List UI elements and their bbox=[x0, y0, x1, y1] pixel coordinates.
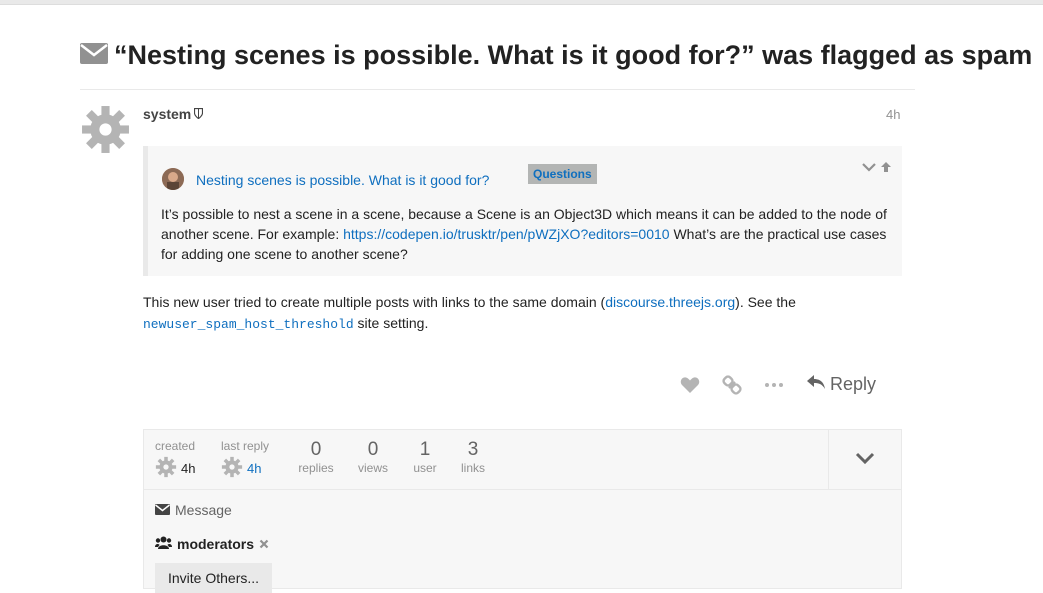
message-header: Message bbox=[155, 502, 232, 518]
link-icon[interactable] bbox=[722, 374, 742, 395]
post-actions: Reply bbox=[680, 374, 876, 395]
topic-title-row: “Nesting scenes is possible. What is it … bbox=[80, 40, 1032, 71]
views-label: views bbox=[357, 461, 388, 475]
quote-controls bbox=[862, 160, 892, 178]
last-reply-time[interactable]: 4h bbox=[247, 461, 261, 476]
users-count: 1 bbox=[419, 439, 431, 460]
created-stat: created 4h bbox=[155, 439, 195, 481]
last-reply-info: 4h bbox=[221, 456, 269, 481]
replies-count: 0 bbox=[310, 439, 322, 460]
page-title[interactable]: “Nesting scenes is possible. What is it … bbox=[114, 40, 1032, 71]
quoted-topic-title[interactable]: Nesting scenes is possible. What is it g… bbox=[196, 172, 489, 188]
heart-icon[interactable] bbox=[680, 376, 700, 394]
last-reply-stat[interactable]: last reply 4h bbox=[221, 439, 269, 481]
created-info: 4h bbox=[155, 456, 195, 481]
domain-link[interactable]: discourse.threejs.org bbox=[605, 294, 735, 310]
created-time: 4h bbox=[181, 461, 196, 476]
users-label: user bbox=[413, 461, 437, 475]
top-bar bbox=[0, 0, 1043, 5]
gear-icon bbox=[155, 456, 177, 481]
users-icon bbox=[155, 536, 172, 552]
avatar[interactable] bbox=[162, 168, 184, 190]
last-reply-label: last reply bbox=[221, 439, 270, 453]
reply-label: Reply bbox=[830, 374, 877, 394]
views-count: 0 bbox=[367, 439, 379, 460]
username-text[interactable]: system bbox=[143, 106, 191, 122]
envelope-icon bbox=[155, 502, 170, 518]
times-icon[interactable] bbox=[259, 536, 269, 552]
links-count: 3 bbox=[467, 439, 479, 460]
users-stat: 1 user bbox=[408, 439, 442, 475]
expand-topic-map-button[interactable] bbox=[828, 430, 901, 489]
category-badge[interactable]: Questions bbox=[528, 164, 597, 184]
post-username[interactable]: system bbox=[143, 106, 204, 122]
group-name[interactable]: moderators bbox=[177, 536, 254, 552]
arrow-up-icon[interactable] bbox=[880, 160, 892, 178]
post-date[interactable]: 4h bbox=[886, 107, 900, 122]
chevron-down-icon bbox=[855, 451, 875, 469]
quote-link[interactable]: https://codepen.io/trusktr/pen/pWZjXO?ed… bbox=[343, 226, 669, 242]
message-label: Message bbox=[175, 502, 232, 518]
shield-icon bbox=[194, 106, 204, 122]
quoted-topic: Nesting scenes is possible. What is it g… bbox=[143, 146, 902, 276]
topic-map: created 4h last reply 4h 0 replies 0 vie… bbox=[143, 429, 902, 593]
envelope-icon bbox=[80, 42, 114, 69]
gear-icon[interactable] bbox=[80, 104, 131, 160]
invite-others-button[interactable]: Invite Others... bbox=[155, 563, 273, 593]
views-stat: 0 views bbox=[353, 439, 393, 475]
topic-map-stats: created 4h last reply 4h 0 replies 0 vie… bbox=[144, 430, 901, 490]
ellipsis-icon[interactable] bbox=[764, 382, 784, 388]
message-text-end: site setting. bbox=[353, 315, 429, 331]
replies-label: replies bbox=[298, 461, 334, 475]
reply-icon bbox=[806, 374, 826, 395]
reply-button[interactable]: Reply bbox=[806, 374, 876, 395]
setting-code[interactable]: newuser_spam_host_threshold bbox=[143, 317, 354, 332]
replies-stat: 0 replies bbox=[294, 439, 338, 475]
post-message: This new user tried to create multiple p… bbox=[143, 292, 903, 335]
chevron-down-icon[interactable] bbox=[862, 160, 876, 178]
created-label: created bbox=[155, 439, 196, 453]
links-stat[interactable]: 3 links bbox=[455, 439, 491, 475]
quote-body: It’s possible to nest a scene in a scene… bbox=[161, 204, 891, 264]
links-label: links bbox=[460, 461, 485, 475]
group-chip[interactable]: moderators bbox=[155, 536, 269, 552]
message-text-mid: ). See the bbox=[735, 294, 796, 310]
message-text: This new user tried to create multiple p… bbox=[143, 294, 606, 310]
gear-icon bbox=[221, 456, 243, 481]
divider bbox=[80, 89, 915, 90]
